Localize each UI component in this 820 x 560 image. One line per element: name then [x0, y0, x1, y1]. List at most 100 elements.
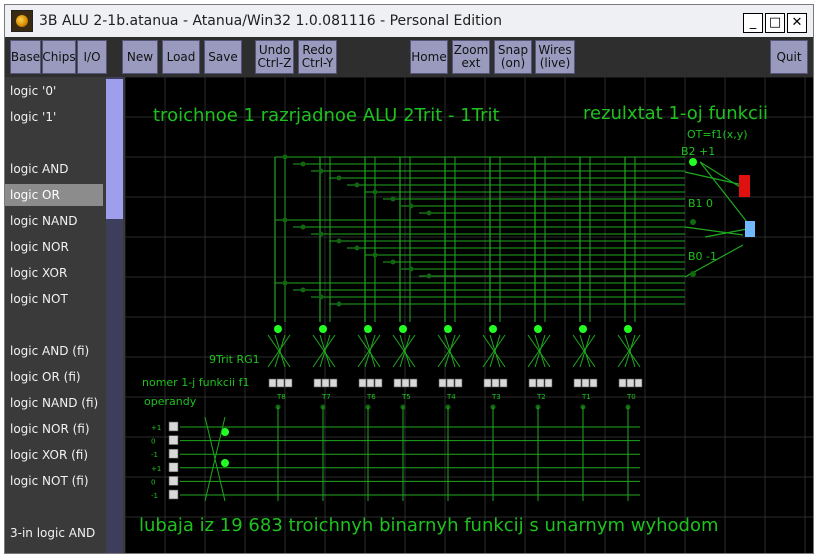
sidebar-scrollbar-thumb[interactable]	[106, 79, 123, 219]
operand-label: 0	[151, 438, 155, 446]
selector-led	[624, 325, 632, 333]
quit-button[interactable]: Quit	[770, 40, 808, 74]
junction-node	[426, 273, 432, 279]
register-label: 9Trit RG1	[209, 353, 260, 366]
selector-led	[274, 325, 282, 333]
library-item-logic-nor-fi[interactable]: logic NOR (fi)	[5, 418, 103, 440]
trit-switch	[366, 378, 375, 388]
junction-node	[300, 287, 306, 293]
trit-switch	[618, 378, 627, 388]
canvas-title: troichnoe 1 razrjadnoe ALU 2Trit - 1Trit	[153, 105, 500, 126]
output-label-b0: B0 -1	[688, 250, 718, 263]
library-item-logic-1[interactable]: logic '1'	[5, 106, 103, 128]
result-title: rezulxtat 1-oj funkcii	[583, 103, 768, 124]
base-button[interactable]: Base	[10, 40, 41, 74]
trit-switch	[573, 378, 582, 388]
operand-label: -1	[151, 451, 158, 459]
selector-led	[534, 325, 542, 333]
trit-switch	[483, 378, 492, 388]
close-button[interactable]: ✕	[787, 13, 807, 33]
junction-node	[300, 161, 306, 167]
operand-label: -1	[151, 492, 158, 500]
wires-button[interactable]: Wires (live)	[535, 40, 575, 74]
home-button[interactable]: Home	[410, 40, 448, 74]
zoom-ext-button[interactable]: Zoom ext	[452, 40, 490, 74]
library-item-logic-or[interactable]: logic OR	[5, 184, 103, 206]
selector-led	[579, 325, 587, 333]
io-button[interactable]: I/O	[77, 40, 107, 74]
output-wire	[699, 161, 741, 188]
trit-switch	[491, 378, 500, 388]
library-item-logic-and[interactable]: logic AND	[5, 158, 103, 180]
trit-switch	[276, 378, 285, 388]
output-led-b0	[690, 271, 696, 277]
selector-led	[319, 325, 327, 333]
title-bar: 3B ALU 2-1b.atanua - Atanua/Win32 1.0.08…	[5, 5, 813, 37]
trit-label: T0	[626, 393, 636, 401]
trit-switch	[393, 378, 402, 388]
junction-node	[408, 266, 414, 272]
library-item-logic-nand[interactable]: logic NAND	[5, 210, 103, 232]
window-title: 3B ALU 2-1b.atanua - Atanua/Win32 1.0.08…	[39, 13, 502, 29]
trit-switch	[581, 378, 590, 388]
junction-node	[318, 231, 324, 237]
library-item-logic-xor-fi[interactable]: logic XOR (fi)	[5, 444, 103, 466]
library-item-logic-nor[interactable]: logic NOR	[5, 236, 103, 258]
new-button[interactable]: New	[122, 40, 158, 74]
operand-led-y	[221, 459, 229, 467]
library-item-logic-and-fi[interactable]: logic AND (fi)	[5, 340, 103, 362]
circuit-canvas[interactable]: T8 T7 T6 T5 T4 T3 T2 T1 T0 +1 0 -1 +1 0 -1 troichnoe 1…	[125, 77, 813, 553]
chips-button[interactable]: Chips	[42, 40, 76, 74]
output-indicator-blue	[745, 221, 755, 237]
trit-switch	[358, 378, 367, 388]
junction-node	[372, 189, 378, 195]
undo-button[interactable]: Undo Ctrl-Z	[255, 40, 294, 74]
selector-led	[364, 325, 372, 333]
maximize-button[interactable]: □	[765, 13, 785, 33]
operand-switch	[168, 489, 179, 500]
library-item-logic-not[interactable]: logic NOT	[5, 288, 103, 310]
library-item-logic-xor[interactable]: logic XOR	[5, 262, 103, 284]
trit-label: T6	[366, 393, 376, 401]
app-icon	[11, 10, 33, 32]
junction-node	[390, 196, 396, 202]
trit-switch	[589, 378, 598, 388]
redo-button[interactable]: Redo Ctrl-Y	[298, 40, 337, 74]
app-window: 3B ALU 2-1b.atanua - Atanua/Win32 1.0.08…	[4, 4, 814, 554]
operand-switch	[168, 421, 179, 432]
library-item-logic-nand-fi[interactable]: logic NAND (fi)	[5, 392, 103, 414]
operand-label: +1	[151, 465, 161, 473]
trit-label: T3	[491, 393, 501, 401]
junction-node	[408, 203, 414, 209]
trit-switch	[329, 378, 338, 388]
trit-switch	[313, 378, 322, 388]
operand-switch	[168, 462, 179, 473]
trit-switch	[454, 378, 463, 388]
trit-switch	[401, 378, 410, 388]
library-item-3in-logic-and[interactable]: 3-in logic AND	[5, 522, 103, 544]
snap-button[interactable]: Snap (on)	[494, 40, 532, 74]
library-item-logic-or-fi[interactable]: logic OR (fi)	[5, 366, 103, 388]
library-item-logic-not-fi[interactable]: logic NOT (fi)	[5, 470, 103, 492]
trit-label: T5	[401, 393, 411, 401]
trit-switch	[446, 378, 455, 388]
operand-label: +1	[151, 424, 161, 432]
operand-label: 0	[151, 478, 155, 486]
junction-node	[336, 175, 342, 181]
trit-label: T2	[536, 393, 546, 401]
load-button[interactable]: Load	[162, 40, 200, 74]
function-number-label: nomer 1-j funkcii f1	[142, 376, 250, 389]
junction-node	[282, 154, 288, 160]
save-button[interactable]: Save	[204, 40, 242, 74]
output-label-b1: B1 0	[688, 197, 714, 210]
operand-switch	[168, 435, 179, 445]
trit-label: T4	[446, 393, 456, 401]
junction-node	[336, 301, 342, 307]
trit-label: T1	[581, 393, 591, 401]
output-indicator-red	[739, 175, 750, 197]
library-item-logic-0[interactable]: logic '0'	[5, 80, 103, 102]
selector-led	[489, 325, 497, 333]
component-library: logic '0' logic '1' logic AND logic OR l…	[5, 77, 125, 553]
bottom-caption: lubaja iz 19 683 troichnyh binarnyh funk…	[139, 515, 719, 536]
minimize-button[interactable]: _	[743, 13, 763, 33]
